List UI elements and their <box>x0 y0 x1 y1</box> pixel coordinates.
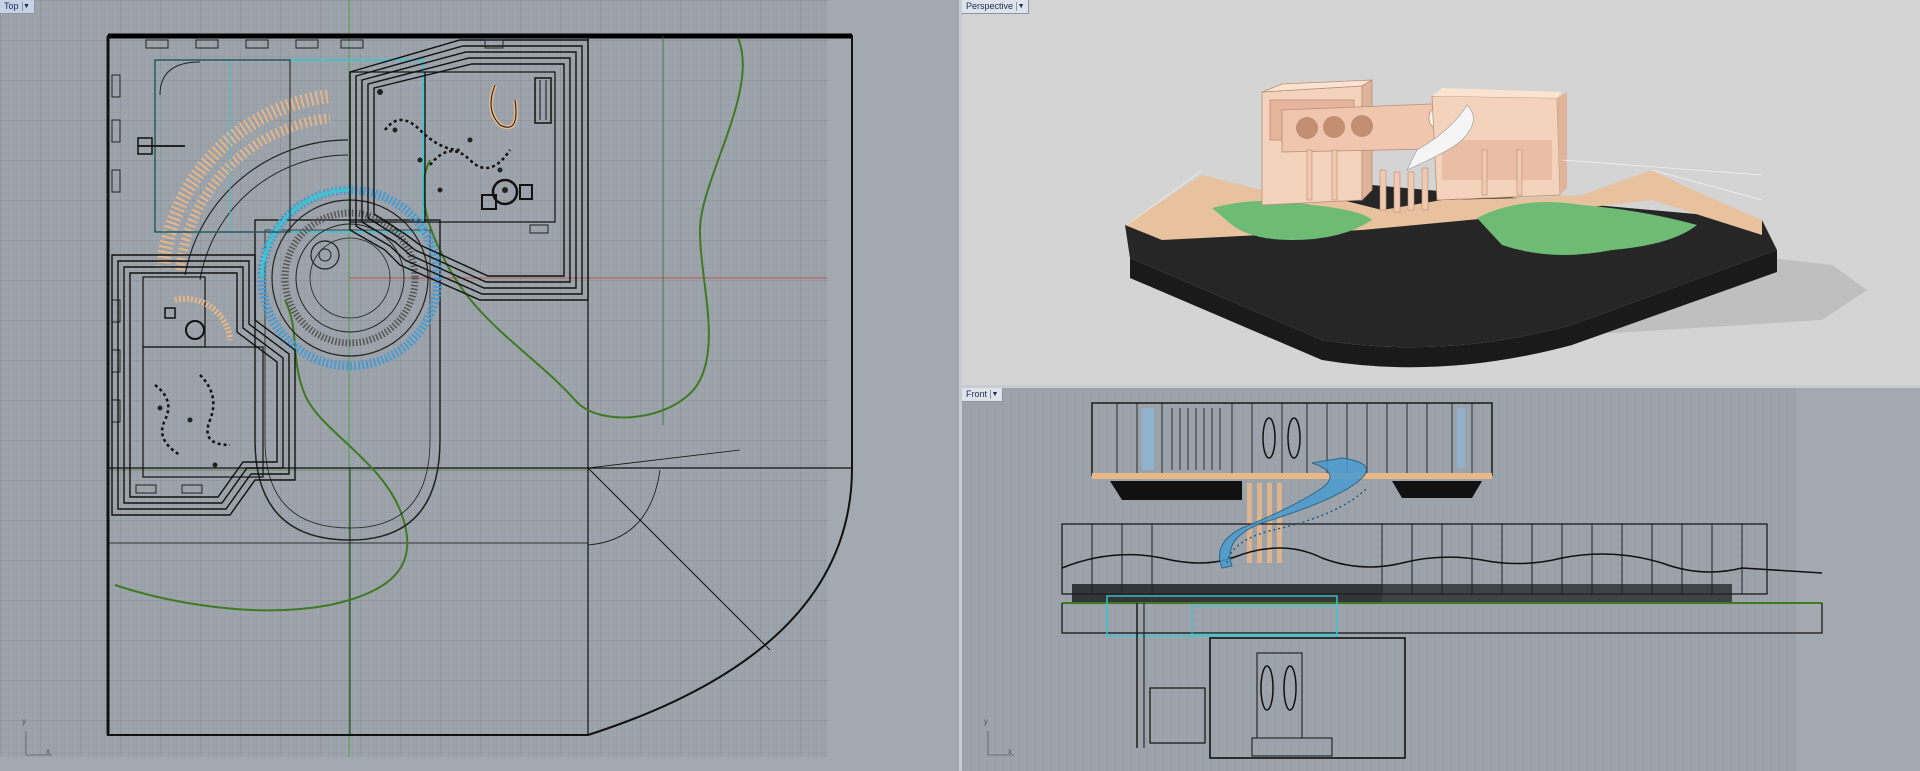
front-view-drawing <box>962 388 1920 771</box>
top-view-drawing <box>0 0 959 771</box>
axis-y-label: y <box>22 717 26 726</box>
axis-y-label: y <box>984 717 988 726</box>
chevron-down-icon[interactable]: ▼ <box>1016 2 1025 11</box>
chevron-down-icon[interactable]: ▼ <box>21 2 31 11</box>
perspective-viewport[interactable]: Perspective ▼ <box>962 0 1920 385</box>
top-viewport[interactable]: Top ▼ y x <box>0 0 959 771</box>
front-viewport[interactable]: Front ▼ y x <box>962 388 1920 771</box>
axis-widget: y x <box>22 717 56 757</box>
top-viewport-label: Top <box>4 1 19 11</box>
perspective-viewport-label: Perspective <box>966 1 1014 11</box>
front-viewport-tab[interactable]: Front ▼ <box>962 388 1004 402</box>
chevron-down-icon[interactable]: ▼ <box>990 390 999 399</box>
front-viewport-label: Front <box>966 389 988 399</box>
axis-x-label: x <box>1008 747 1012 756</box>
axis-x-label: x <box>46 747 50 756</box>
axis-widget: y x <box>984 717 1018 757</box>
top-viewport-tab[interactable]: Top ▼ <box>0 0 35 14</box>
perspective-render <box>1125 79 1867 368</box>
perspective-viewport-tab[interactable]: Perspective ▼ <box>962 0 1030 14</box>
